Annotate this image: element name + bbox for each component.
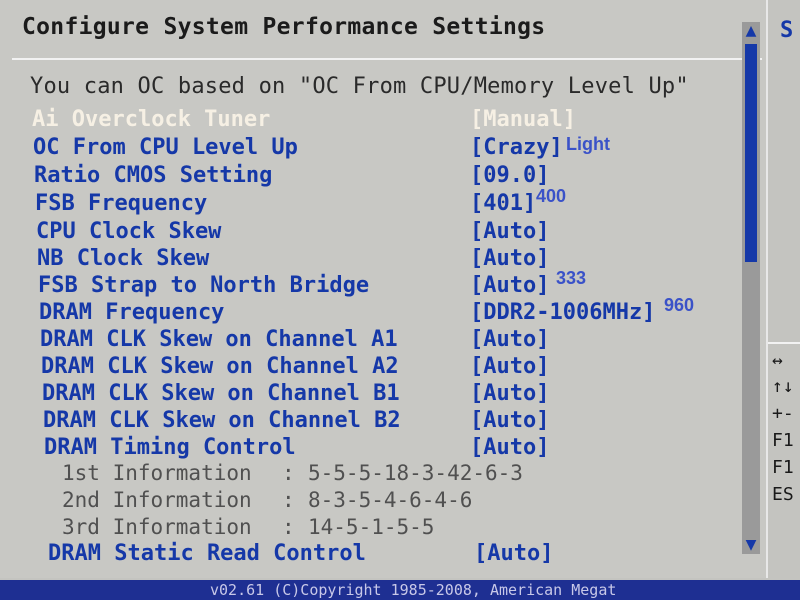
bios-screen: Configure System Performance Settings Yo…	[0, 0, 800, 600]
setting-value[interactable]: [Crazy]	[470, 134, 563, 161]
setting-label: OC From CPU Level Up	[33, 135, 298, 160]
setting-value[interactable]: [Auto]	[470, 434, 549, 461]
up-down-key-icon: ↑↓	[772, 376, 794, 397]
footer-bar: v02.61 (C)Copyright 1985-2008, American …	[0, 580, 800, 600]
setting-value[interactable]: [Manual]	[470, 106, 576, 133]
timing-info-value: 8-3-5-4-6-4-6	[308, 488, 473, 512]
setting-value[interactable]: [Auto]	[470, 326, 549, 353]
plus-minus-key: +-	[772, 403, 794, 424]
setting-value[interactable]: [Auto]	[470, 353, 549, 380]
setting-label: DRAM CLK Skew on Channel A1	[40, 327, 398, 352]
timing-info-separator: :	[282, 515, 295, 539]
setting-label: DRAM CLK Skew on Channel B1	[42, 381, 400, 406]
timing-info-value: 5-5-5-18-3-42-6-3	[308, 461, 523, 485]
settings-panel: Configure System Performance Settings Yo…	[0, 0, 768, 578]
f10-key: F1	[772, 457, 794, 478]
setting-label: FSB Frequency	[35, 191, 208, 216]
page-title: Configure System Performance Settings	[22, 14, 546, 40]
left-right-key-icon: ↔	[772, 350, 783, 371]
setting-label: Ratio CMOS Setting	[34, 163, 273, 188]
setting-oc-from-cpu-level-up[interactable]: OC From CPU Level Up [Crazy]	[0, 134, 740, 161]
setting-value[interactable]: [09.0]	[470, 162, 549, 189]
setting-value[interactable]: [Auto]	[470, 407, 549, 434]
triangle-up-icon[interactable]: ▲	[742, 22, 760, 40]
copyright-text: v02.61 (C)Copyright 1985-2008, American …	[210, 581, 617, 599]
handwritten-note-400: 400	[536, 186, 567, 206]
setting-fsb-strap[interactable]: FSB Strap to North Bridge [Auto]	[0, 272, 740, 299]
scrollbar[interactable]: ▲ ▼	[742, 22, 760, 554]
title-divider	[12, 58, 762, 60]
scrollbar-thumb[interactable]	[745, 44, 757, 262]
setting-value[interactable]: [Auto]	[470, 245, 549, 272]
oc-note: You can OC based on "OC From CPU/Memory …	[30, 74, 689, 99]
setting-label: CPU Clock Skew	[36, 219, 222, 244]
setting-label: DRAM Timing Control	[44, 435, 296, 460]
setting-label: DRAM Frequency	[39, 300, 225, 325]
setting-dram-static-read-control[interactable]: DRAM Static Read Control [Auto]	[0, 540, 740, 567]
setting-label: Ai Overclock Tuner	[32, 107, 271, 132]
setting-dram-clk-skew-a1[interactable]: DRAM CLK Skew on Channel A1 [Auto]	[0, 326, 740, 353]
setting-nb-clock-skew[interactable]: NB Clock Skew [Auto]	[0, 245, 740, 272]
setting-label: FSB Strap to North Bridge	[38, 273, 370, 298]
setting-value[interactable]: [401]	[470, 190, 536, 217]
setting-value[interactable]: [Auto]	[470, 218, 549, 245]
timing-info-value: 14-5-1-5-5	[308, 515, 435, 539]
setting-value[interactable]: [DDR2-1006MHz]	[470, 299, 655, 326]
setting-fsb-frequency[interactable]: FSB Frequency [401]	[0, 190, 740, 217]
setting-dram-clk-skew-b2[interactable]: DRAM CLK Skew on Channel B2 [Auto]	[0, 407, 740, 434]
setting-cpu-clock-skew[interactable]: CPU Clock Skew [Auto]	[0, 218, 740, 245]
setting-ratio-cmos[interactable]: Ratio CMOS Setting [09.0]	[0, 162, 740, 189]
timing-info-label: 1st Information	[62, 461, 252, 485]
setting-dram-timing-control[interactable]: DRAM Timing Control [Auto]	[0, 434, 740, 461]
f1-key: F1	[772, 430, 794, 451]
setting-label: DRAM CLK Skew on Channel B2	[43, 408, 401, 433]
setting-value[interactable]: [Auto]	[474, 540, 553, 567]
timing-info-separator: :	[282, 488, 295, 512]
esc-key: ES	[772, 484, 794, 505]
setting-label: DRAM Static Read Control	[48, 541, 366, 566]
setting-ai-overclock-tuner[interactable]: Ai Overclock Tuner [Manual]	[0, 106, 740, 133]
triangle-down-icon[interactable]: ▼	[742, 536, 760, 554]
handwritten-note-light: Light	[566, 134, 610, 154]
setting-dram-clk-skew-a2[interactable]: DRAM CLK Skew on Channel A2 [Auto]	[0, 353, 740, 380]
setting-label: DRAM CLK Skew on Channel A2	[41, 354, 399, 379]
handwritten-note-960: 960	[664, 295, 695, 315]
help-panel-heading: S	[780, 18, 794, 43]
help-panel-divider	[768, 342, 800, 344]
timing-info-label: 2nd Information	[62, 488, 252, 512]
handwritten-note-333: 333	[556, 268, 587, 288]
timing-info-separator: :	[282, 461, 295, 485]
setting-dram-clk-skew-b1[interactable]: DRAM CLK Skew on Channel B1 [Auto]	[0, 380, 740, 407]
help-panel: S ↔ ↑↓ +- F1 F1 ES	[768, 0, 800, 578]
setting-value[interactable]: [Auto]	[470, 380, 549, 407]
setting-dram-frequency[interactable]: DRAM Frequency [DDR2-1006MHz]	[0, 299, 740, 326]
timing-info-label: 3rd Information	[62, 515, 252, 539]
setting-value[interactable]: [Auto]	[470, 272, 549, 299]
setting-label: NB Clock Skew	[37, 246, 210, 271]
